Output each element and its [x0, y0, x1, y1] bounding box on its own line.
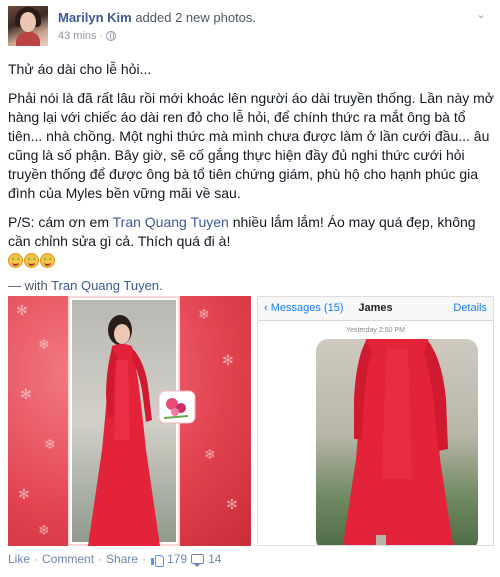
message-timestamp: Yesterday 2:50 PM: [346, 327, 405, 334]
with-suffix: .: [159, 278, 163, 293]
tagged-user-link[interactable]: Tran Quang Tuyen: [113, 214, 229, 230]
post-text: Thử áo dài cho lễ hỏi... Phải nói là đã …: [8, 60, 494, 295]
photo-1[interactable]: ✻ ❄ ✻ ❄ ✻ ❄ ❄ ✻ ❄ ✻: [8, 296, 251, 546]
post-actions-bar: Like · Comment · Share · 179 14: [8, 552, 221, 567]
chevron-down-icon[interactable]: ⌄: [474, 8, 488, 22]
snowflake-icon: ❄: [38, 522, 50, 538]
emoji-grin-icon: [8, 253, 23, 268]
action-separator: ·: [34, 552, 39, 566]
snowflake-icon: ✻: [226, 496, 238, 512]
ios-nav-bar: ‹ Messages (15) James Details: [258, 297, 493, 321]
emoji-grin-icon: [40, 253, 55, 268]
ps-text: P/S: cám ơn em: [8, 214, 113, 230]
woman-in-red-dress: [342, 339, 454, 545]
globe-icon[interactable]: [106, 31, 117, 41]
snowflake-icon: ❄: [198, 306, 210, 322]
post-header: Marilyn Kim added 2 new photos. 43 mins …: [8, 6, 492, 48]
snowflake-icon: ✻: [18, 486, 30, 502]
snowflake-icon: ✻: [20, 386, 32, 402]
action-separator: ·: [98, 552, 103, 566]
like-button[interactable]: Like: [8, 552, 30, 566]
post-time[interactable]: 43 mins: [58, 30, 97, 42]
comment-bubble-icon[interactable]: [191, 554, 205, 567]
details-button[interactable]: Details: [453, 302, 487, 314]
author-name[interactable]: Marilyn Kim: [58, 10, 132, 25]
action-separator: ·: [142, 552, 147, 566]
snowflake-icon: ❄: [38, 336, 50, 352]
message-photo-bubble: [316, 339, 478, 545]
ios-message-body: Yesterday 2:50 PM: [258, 321, 493, 545]
post-ps: P/S: cám ơn em Tran Quang Tuyen nhiều lắ…: [8, 213, 494, 251]
like-thumb-icon[interactable]: [150, 553, 165, 567]
snowflake-icon: ❄: [44, 436, 56, 452]
post-paragraph: Thử áo dài cho lễ hỏi...: [8, 61, 152, 77]
like-count[interactable]: 179: [167, 552, 187, 566]
rose-sticker-icon: [158, 390, 196, 424]
snowflake-icon: ✻: [16, 302, 28, 318]
post-paragraph: Phải nói là đã rất lâu rồi mới khoác lên…: [8, 90, 494, 201]
avatar[interactable]: [8, 6, 48, 46]
snowflake-icon: ✻: [222, 352, 234, 368]
post-action-text: added 2 new photos.: [135, 10, 257, 25]
emoji-grin-icon: [24, 253, 39, 268]
photo-grid: ✻ ❄ ✻ ❄ ✻ ❄ ❄ ✻ ❄ ✻ ‹ Messages (15) Jame…: [8, 296, 494, 546]
comment-button[interactable]: Comment: [42, 552, 94, 566]
snowflake-icon: ❄: [204, 446, 216, 462]
emoji-row: [8, 253, 494, 268]
with-line: — with Tran Quang Tuyen.: [8, 276, 494, 295]
comment-count[interactable]: 14: [208, 552, 221, 566]
with-prefix: — with: [8, 278, 52, 293]
post-author-line: Marilyn Kim added 2 new photos.: [58, 10, 256, 25]
share-button[interactable]: Share: [106, 552, 138, 566]
post-meta: 43 mins ·: [58, 30, 117, 42]
with-tagged-link[interactable]: Tran Quang Tuyen: [51, 278, 159, 293]
meta-separator: ·: [99, 30, 104, 42]
photo-2[interactable]: ‹ Messages (15) James Details Yesterday …: [257, 296, 494, 546]
